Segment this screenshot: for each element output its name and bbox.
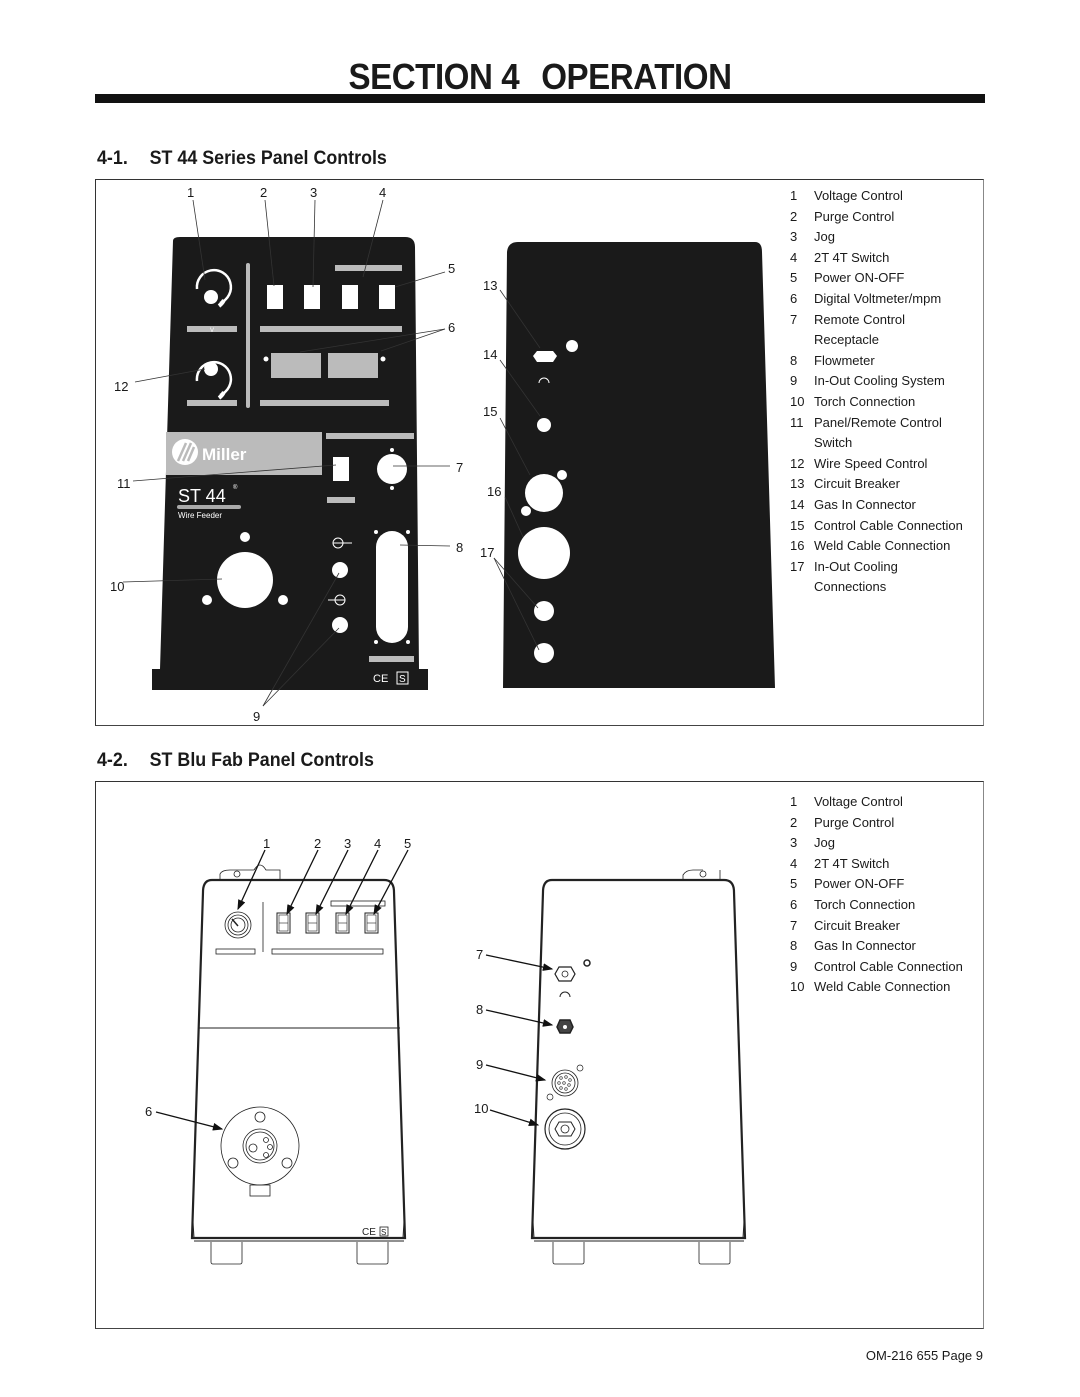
blufab-jog-switch[interactable] bbox=[305, 912, 320, 934]
figure-blufab: CE S 1 2 3 4 5 6 7 8 9 10 bbox=[145, 836, 747, 1265]
blufab-s-mark: S bbox=[381, 1228, 386, 1237]
legend-item-label: Weld Cable Connection bbox=[814, 979, 951, 995]
legend-item-number: 5 bbox=[790, 876, 798, 892]
page-footer: OM-216 655 Page 9 bbox=[865, 1348, 983, 1363]
legend-item-label: Circuit Breaker bbox=[814, 917, 900, 933]
legend-blufab: 1 Voltage Control 2 Purge Control 3 Jog 4 2T 4T… bbox=[790, 792, 963, 998]
blufab-callout-3: 3 bbox=[344, 836, 351, 851]
blufab-torch-connection[interactable] bbox=[220, 1106, 300, 1197]
legend-item-label: Purge Control bbox=[814, 814, 895, 830]
legend-item-label: Control Cable Connection bbox=[814, 958, 963, 974]
legend-item: 8 Gas In Connector bbox=[790, 936, 963, 957]
blufab-2t4t-switch[interactable] bbox=[335, 912, 350, 934]
legend-item: 5 Power ON-OFF bbox=[790, 874, 963, 895]
legend-item: 2 Purge Control bbox=[790, 813, 963, 834]
blufab-callout-1: 1 bbox=[263, 836, 270, 851]
legend-item-label: Gas In Connector bbox=[814, 938, 916, 954]
blufab-front-unit bbox=[190, 864, 407, 1265]
legend-item-number: 10 bbox=[790, 979, 805, 995]
legend-item-number: 8 bbox=[790, 938, 798, 954]
legend-item: 6 Torch Connection bbox=[790, 895, 963, 916]
legend-item-label: Jog bbox=[814, 835, 835, 851]
blufab-arrows bbox=[155, 849, 554, 1131]
legend-item-number: 1 bbox=[790, 794, 798, 809]
legend-item-number: 3 bbox=[790, 835, 798, 851]
legend-item: 3 Jog bbox=[790, 833, 963, 854]
legend-item: 7 Circuit Breaker bbox=[790, 916, 963, 937]
blufab-switch-label-strip bbox=[271, 948, 384, 955]
legend-item-label: 2T 4T Switch bbox=[814, 855, 890, 871]
legend-item: 4 2T 4T Switch bbox=[790, 854, 963, 875]
legend-item: 10 Weld Cable Connection bbox=[790, 977, 963, 998]
blufab-gas-in-connector[interactable] bbox=[556, 1019, 574, 1034]
legend-item: 9 Control Cable Connection bbox=[790, 957, 963, 978]
legend-item-label: Torch Connection bbox=[814, 896, 916, 912]
blufab-gas-icon bbox=[559, 991, 571, 998]
blufab-callout-4: 4 bbox=[374, 836, 381, 851]
blufab-circuit-breaker[interactable] bbox=[554, 966, 576, 982]
legend-item-number: 6 bbox=[790, 896, 798, 912]
blufab-callout-5: 5 bbox=[404, 836, 411, 851]
blufab-callout-2: 2 bbox=[314, 836, 321, 851]
blufab-rear-unit bbox=[530, 869, 747, 1265]
blufab-callout-6: 6 bbox=[145, 1104, 152, 1119]
blufab-purge-switch[interactable] bbox=[276, 912, 291, 934]
legend-item-number: 2 bbox=[790, 814, 798, 830]
blufab-callout-10: 10 bbox=[474, 1101, 488, 1116]
blufab-callout-7: 7 bbox=[476, 947, 483, 962]
blufab-voltage-knob[interactable] bbox=[224, 911, 252, 939]
blufab-2t4t-label-strip bbox=[330, 900, 386, 907]
blufab-ce-mark: CE bbox=[362, 1227, 376, 1238]
legend-item-label: Power ON-OFF bbox=[814, 876, 905, 892]
legend-item-number: 4 bbox=[790, 855, 798, 871]
blufab-callout-9: 9 bbox=[476, 1057, 483, 1072]
legend-item-number: 9 bbox=[790, 958, 798, 974]
legend-item: 1 Voltage Control bbox=[790, 792, 963, 813]
blufab-callout-8: 8 bbox=[476, 1002, 483, 1017]
legend-item-number: 7 bbox=[790, 917, 798, 933]
blufab-control-cable-connection[interactable] bbox=[546, 1064, 584, 1101]
blufab-voltage-label-strip bbox=[215, 948, 256, 955]
blufab-weld-cable-connection[interactable] bbox=[544, 1108, 586, 1150]
legend-item-label: Voltage Control bbox=[814, 794, 903, 809]
blufab-power-switch[interactable] bbox=[364, 912, 379, 934]
